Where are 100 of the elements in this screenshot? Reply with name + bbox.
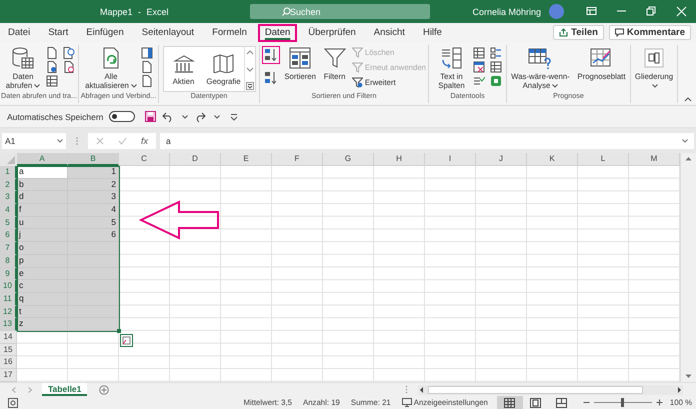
row-header[interactable]: 12 [0, 306, 17, 318]
fill-handle[interactable] [117, 329, 121, 334]
row-header[interactable]: 11 [0, 292, 17, 306]
monitor-icon [402, 398, 412, 407]
save-icon[interactable] [145, 111, 156, 122]
ribbon-tab[interactable]: Einfügen [79, 24, 131, 42]
row-header[interactable]: 2 [0, 178, 17, 192]
row-header[interactable]: 14 [0, 330, 17, 344]
more-icon[interactable] [246, 82, 254, 90]
row-header[interactable]: 1 [0, 166, 17, 179]
column-header[interactable]: G [323, 153, 374, 166]
column-header[interactable]: B [68, 153, 119, 166]
row-header[interactable]: 7 [0, 242, 17, 255]
document-icon[interactable] [46, 47, 58, 59]
expand-icon[interactable] [682, 139, 688, 143]
column-header[interactable]: L [578, 153, 629, 166]
restore-icon[interactable] [646, 6, 656, 17]
document-icon[interactable] [141, 75, 153, 87]
table-cell: t [17, 306, 68, 318]
column-header[interactable]: H [374, 153, 425, 166]
scroll-right-icon[interactable] [675, 386, 683, 394]
check-icon[interactable] [118, 136, 127, 144]
column-header[interactable]: K [527, 153, 578, 166]
ribbon-tab[interactable]: Hilfe [416, 24, 449, 42]
checklist-icon[interactable] [472, 75, 484, 87]
scroll-down-icon[interactable] [685, 374, 692, 379]
row-header[interactable]: 8 [0, 254, 17, 268]
scroll-down-icon[interactable] [246, 65, 254, 73]
row-header[interactable]: 6 [0, 229, 17, 242]
row-header[interactable]: 17 [0, 369, 17, 382]
table-icon[interactable] [472, 47, 484, 59]
zoom-out-icon[interactable] [582, 399, 590, 406]
table-cell [68, 306, 119, 318]
ribbon-display-icon[interactable] [586, 6, 596, 17]
sort-ascending-icon[interactable] [262, 46, 280, 64]
column-header[interactable]: C [119, 153, 170, 166]
row-header[interactable]: 9 [0, 268, 17, 280]
name-box[interactable]: A1 [2, 132, 66, 148]
comments-button[interactable]: Kommentare [608, 25, 691, 40]
table-cell: o [17, 242, 68, 255]
add-sheet-icon[interactable] [99, 384, 110, 394]
sheet-tab[interactable]: Tabelle1 [42, 383, 88, 396]
view-button[interactable] [496, 396, 523, 409]
document-icon[interactable] [46, 61, 58, 73]
macro-icon[interactable] [8, 398, 18, 408]
column-header[interactable]: A [17, 153, 68, 166]
row-header[interactable]: 5 [0, 216, 17, 230]
row-header[interactable]: 15 [0, 344, 17, 356]
autosave-label: Automatisches Speichern [7, 112, 104, 122]
customize-icon[interactable] [230, 112, 238, 120]
table-delete-icon[interactable] [472, 61, 484, 73]
row-header[interactable]: 3 [0, 191, 17, 204]
quick-analysis-icon[interactable] [120, 334, 133, 348]
drag-handle-icon[interactable] [75, 136, 79, 146]
row-header[interactable]: 13 [0, 318, 17, 331]
ribbon-tab[interactable]: Daten [258, 24, 298, 42]
ribbon-tab[interactable]: Überprüfen [301, 24, 363, 42]
ribbon-tab[interactable]: Start [41, 24, 76, 42]
column-header[interactable]: E [221, 153, 272, 166]
scroll-up-icon[interactable] [685, 156, 692, 161]
table-icon[interactable] [490, 61, 502, 73]
page-layout-icon[interactable] [530, 398, 542, 408]
close-icon[interactable] [676, 6, 686, 17]
column-header[interactable]: M [629, 153, 680, 166]
ribbon-tab[interactable]: Datei [1, 24, 38, 42]
column-header[interactable]: F [272, 153, 323, 166]
insert-function-button[interactable]: fx [141, 136, 148, 146]
scrollbar-thumb[interactable] [428, 386, 643, 394]
row-header[interactable]: 10 [0, 280, 17, 293]
filter-icon [352, 47, 363, 58]
column-header[interactable]: I [425, 153, 476, 166]
column-header[interactable]: D [170, 153, 221, 166]
table-icon[interactable] [46, 75, 58, 87]
slider-thumb[interactable] [621, 398, 624, 407]
vertical-scrollbar[interactable] [680, 153, 696, 382]
document-icon[interactable] [141, 61, 153, 73]
collapse-icon[interactable] [684, 96, 692, 102]
data-model-icon[interactable] [490, 75, 502, 87]
document-icon[interactable] [63, 61, 75, 73]
document-icon[interactable] [63, 47, 75, 59]
row-header[interactable]: 4 [0, 204, 17, 217]
ribbon-tab[interactable]: Seitenlayout [134, 24, 202, 42]
column-header[interactable]: J [476, 153, 527, 166]
zoom-in-icon[interactable] [656, 399, 663, 406]
formula-field[interactable]: a [160, 132, 694, 148]
horizontal-scrollbar[interactable] [418, 384, 683, 394]
autosave-toggle[interactable] [109, 111, 136, 122]
ribbon-tab[interactable]: Ansicht [366, 24, 412, 42]
panel-icon[interactable] [141, 47, 153, 59]
search-field[interactable]: Suchen [250, 4, 430, 19]
row-header[interactable]: 16 [0, 356, 17, 369]
normal-view-icon[interactable] [504, 398, 516, 408]
list-icon[interactable] [490, 47, 502, 59]
caret-icon[interactable] [57, 139, 63, 143]
share-button[interactable]: Teilen [553, 25, 604, 40]
page-break-icon[interactable] [556, 398, 568, 408]
redo-icon[interactable] [194, 111, 206, 122]
scroll-up-icon[interactable] [246, 48, 254, 56]
ribbon-tab[interactable]: Formeln [205, 24, 254, 42]
scroll-left-icon[interactable] [418, 386, 426, 394]
